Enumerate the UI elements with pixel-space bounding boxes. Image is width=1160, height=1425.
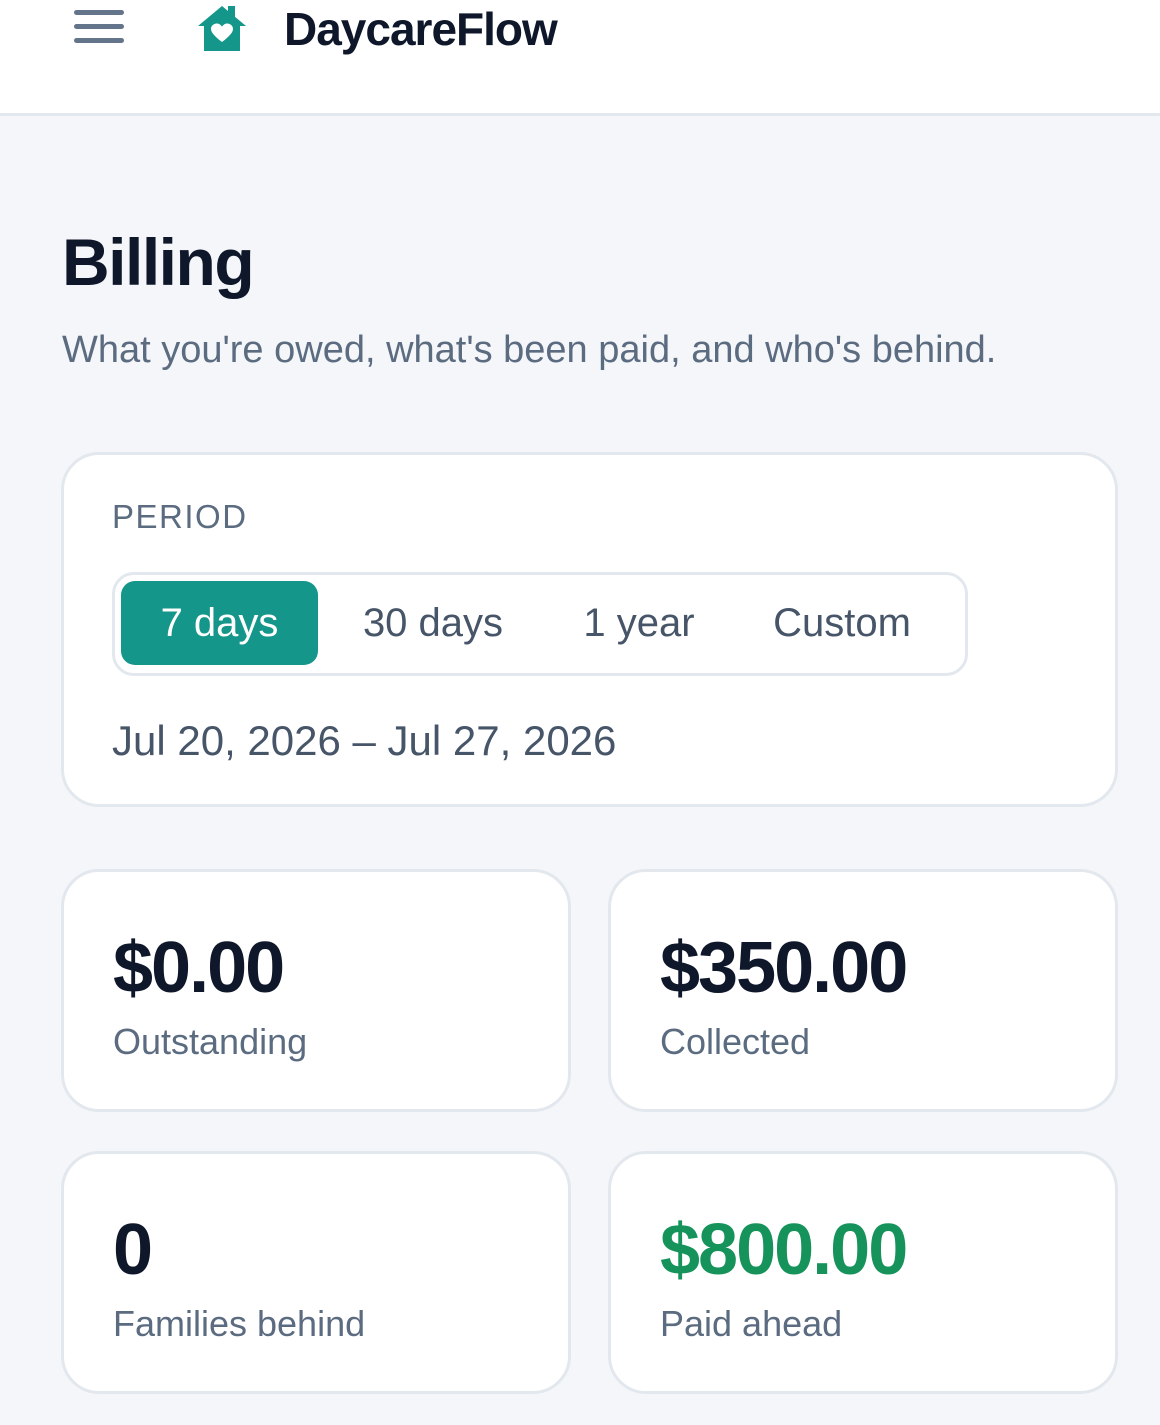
stat-value: $0.00: [113, 928, 285, 1008]
stat-label: Collected: [660, 1021, 811, 1062]
period-option-custom[interactable]: Custom: [747, 581, 937, 665]
stat-card-collected: $350.00 Collected: [608, 869, 1118, 1112]
hamburger-menu-icon[interactable]: [74, 10, 124, 46]
period-segmented-control: 7 days 30 days 1 year Custom: [112, 572, 968, 676]
period-option-7-days[interactable]: 7 days: [121, 581, 318, 665]
date-range: Jul 20, 2026 – Jul 27, 2026: [112, 717, 617, 764]
top-bar: DaycareFlow: [0, 0, 1160, 116]
stat-value: $800.00: [660, 1210, 908, 1290]
stat-value: $350.00: [660, 928, 908, 1008]
stat-label: Outstanding: [113, 1021, 308, 1062]
brand-name[interactable]: DaycareFlow: [284, 2, 558, 56]
house-heart-icon: [198, 6, 246, 51]
stat-value: 0: [113, 1210, 153, 1290]
period-option-1-year[interactable]: 1 year: [557, 581, 721, 665]
page-title: Billing: [62, 225, 255, 299]
period-card: PERIOD 7 days 30 days 1 year Custom Jul …: [61, 452, 1118, 807]
period-option-30-days[interactable]: 30 days: [331, 581, 535, 665]
stat-card-families-behind: 0 Families behind: [61, 1151, 571, 1394]
stat-label: Paid ahead: [660, 1303, 843, 1344]
stat-card-outstanding: $0.00 Outstanding: [61, 869, 571, 1112]
page-subtitle: What you're owed, what's been paid, and …: [62, 329, 997, 371]
stat-card-paid-ahead: $800.00 Paid ahead: [608, 1151, 1118, 1394]
period-label: PERIOD: [112, 498, 248, 535]
stat-label: Families behind: [113, 1303, 366, 1344]
